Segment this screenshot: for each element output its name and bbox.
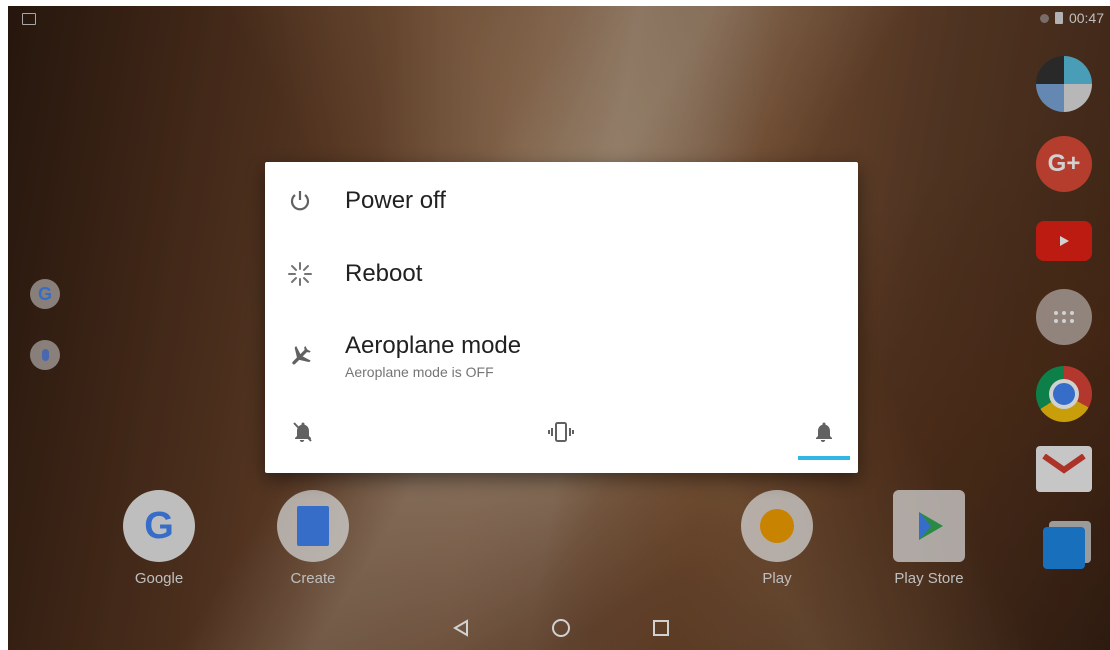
reboot-label: Reboot [345, 260, 423, 287]
selected-mode-indicator [798, 456, 850, 460]
reboot-option[interactable]: Reboot [265, 259, 858, 289]
home-screen: 00:47 G G+ G Google Create Play Play Sto… [8, 6, 1110, 650]
airplane-icon [285, 341, 315, 371]
reboot-icon [285, 259, 315, 289]
power-menu-dialog: Power off Reboot Aeroplane mode Aeroplan… [265, 162, 858, 473]
bell-icon [816, 422, 832, 442]
power-off-option[interactable]: Power off [265, 186, 858, 216]
power-off-label: Power off [345, 187, 446, 214]
sound-mode-button[interactable] [803, 412, 843, 452]
silent-mode-button[interactable] [282, 412, 322, 452]
bell-off-icon [293, 422, 312, 442]
power-icon [285, 186, 315, 216]
aeroplane-mode-label: Aeroplane mode [345, 332, 522, 359]
sound-mode-selector [265, 402, 858, 462]
aeroplane-mode-option[interactable]: Aeroplane mode Aeroplane mode is OFF [265, 332, 858, 380]
vibrate-icon [548, 422, 574, 442]
aeroplane-mode-status: Aeroplane mode is OFF [345, 364, 494, 380]
vibrate-mode-button[interactable] [541, 412, 581, 452]
